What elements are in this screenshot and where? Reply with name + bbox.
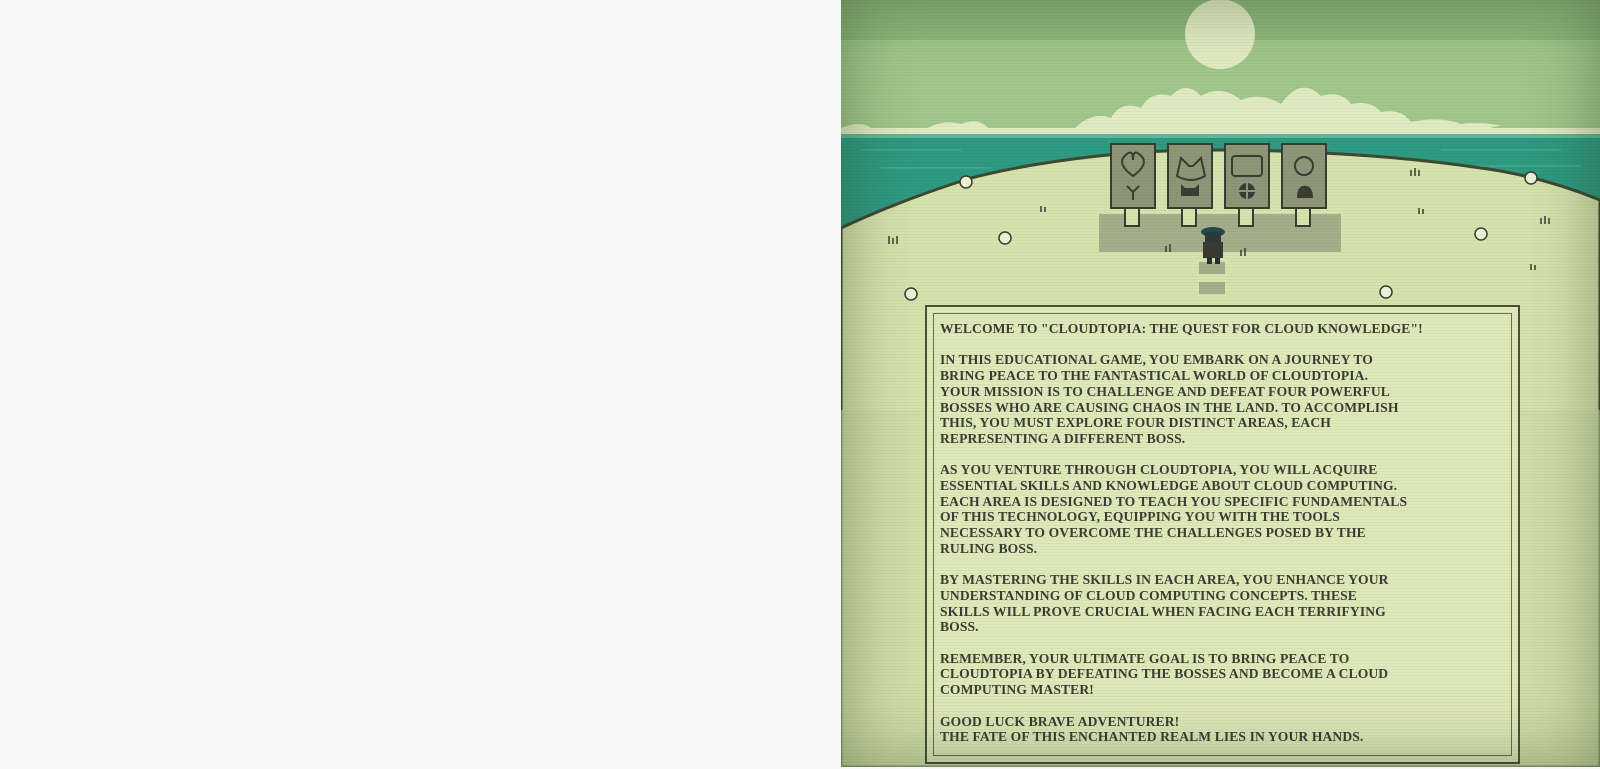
- dialog-line: REPRESENTING A DIFFERENT BOSS.: [940, 430, 1186, 446]
- dialog-line: EACH AREA IS DESIGNED TO TEACH YOU SPECI…: [940, 493, 1408, 509]
- dialog-line: RULING BOSS.: [940, 540, 1038, 556]
- dialog-line: THE FATE OF THIS ENCHANTED REALM LIES IN…: [940, 729, 1364, 745]
- dialog-line: GOOD LUCK BRAVE ADVENTURER!: [940, 713, 1180, 729]
- dialog-line: REMEMBER, YOUR ULTIMATE GOAL IS TO BRING…: [940, 650, 1350, 666]
- dialog-line: UNDERSTANDING OF CLOUD COMPUTING CONCEPT…: [940, 587, 1357, 603]
- dialog-line: AS YOU VENTURE THROUGH CLOUDTOPIA, YOU W…: [940, 462, 1378, 478]
- game-canvas[interactable]: WELCOME TO "CLOUDTOPIA: THE QUEST FOR CL…: [841, 0, 1600, 767]
- dialog-line: COMPUTING MASTER!: [940, 682, 1094, 698]
- dialog-line: BY MASTERING THE SKILLS IN EACH AREA, YO…: [940, 572, 1389, 588]
- dialog-line: YOUR MISSION IS TO CHALLENGE AND DEFEAT …: [940, 383, 1390, 399]
- dialog-line: IN THIS EDUCATIONAL GAME, YOU EMBARK ON …: [940, 352, 1373, 368]
- dialog-line: SKILLS WILL PROVE CRUCIAL WHEN FACING EA…: [940, 603, 1386, 619]
- dialog-line: THIS, YOU MUST EXPLORE FOUR DISTINCT ARE…: [940, 415, 1331, 431]
- dialog-line: WELCOME TO "CLOUDTOPIA: THE QUEST FOR CL…: [940, 321, 1423, 336]
- dialog-line: CLOUDTOPIA BY DEFEATING THE BOSSES AND B…: [940, 666, 1389, 682]
- intro-dialog[interactable]: WELCOME TO "CLOUDTOPIA: THE QUEST FOR CL…: [925, 305, 1520, 764]
- dialog-text: WELCOME TO "CLOUDTOPIA: THE QUEST FOR CL…: [940, 321, 1515, 745]
- sun-icon: [1185, 0, 1255, 69]
- dialog-line: BOSSES WHO ARE CAUSING CHAOS IN THE LAND…: [940, 399, 1399, 415]
- dialog-line: OF THIS TECHNOLOGY, EQUIPPING YOU WITH T…: [940, 509, 1340, 525]
- dialog-line: ESSENTIAL SKILLS AND KNOWLEDGE ABOUT CLO…: [940, 478, 1398, 494]
- dialog-line: NECESSARY TO OVERCOME THE CHALLENGES POS…: [940, 525, 1366, 541]
- dialog-line: BOSS.: [940, 619, 979, 635]
- dialog-line: BRING PEACE TO THE FANTASTICAL WORLD OF …: [940, 368, 1369, 384]
